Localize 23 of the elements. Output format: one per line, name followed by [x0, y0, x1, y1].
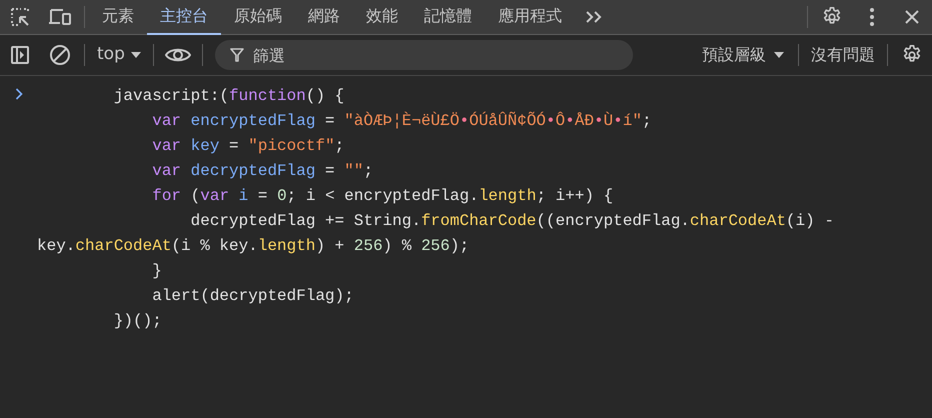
panel-tab[interactable]: 原始碼: [221, 0, 295, 34]
panel-tab[interactable]: 記憶體: [411, 0, 485, 34]
code-line: })();: [112, 311, 163, 332]
caret-icon: [130, 52, 141, 58]
code-line: javascript:(function() {: [112, 86, 346, 107]
filter-field[interactable]: 篩選: [214, 40, 633, 70]
panel-tab[interactable]: 元素: [89, 0, 147, 34]
log-levels-dropdown[interactable]: 預設層級: [692, 43, 794, 67]
code-line: var key = "picoctf";: [151, 136, 346, 157]
panel-tab[interactable]: 網路: [295, 0, 353, 34]
code-line: var encryptedFlag = "àÒÆÞ¦È¬ëÙ£Ö•ÓÚåÛÑ¢ÕÓ•Ô•ÅÐ•Ù•í";: [151, 110, 653, 132]
panel-tab[interactable]: 效能: [353, 0, 411, 34]
panel-tab[interactable]: 應用程式: [485, 0, 575, 34]
code-line: decryptedFlag += String.fromCharCode((encryptedFlag.charCodeAt(i) - key.charCodeAt(i % key.length) + 256) % 256);: [37, 211, 835, 257]
code-line: for (var i = 0; i < encryptedFlag.length; i++) {: [151, 186, 614, 207]
code-line: }: [151, 261, 163, 282]
filter-icon: [230, 48, 244, 62]
context-dropdown[interactable]: top: [89, 42, 149, 68]
caret-icon: [774, 52, 784, 58]
prompt-chevron-icon: [14, 88, 22, 100]
code-line: alert(decryptedFlag);: [151, 286, 355, 307]
code-line: var decryptedFlag = "";: [151, 161, 374, 182]
issues-text[interactable]: 沒有問題: [803, 43, 883, 67]
